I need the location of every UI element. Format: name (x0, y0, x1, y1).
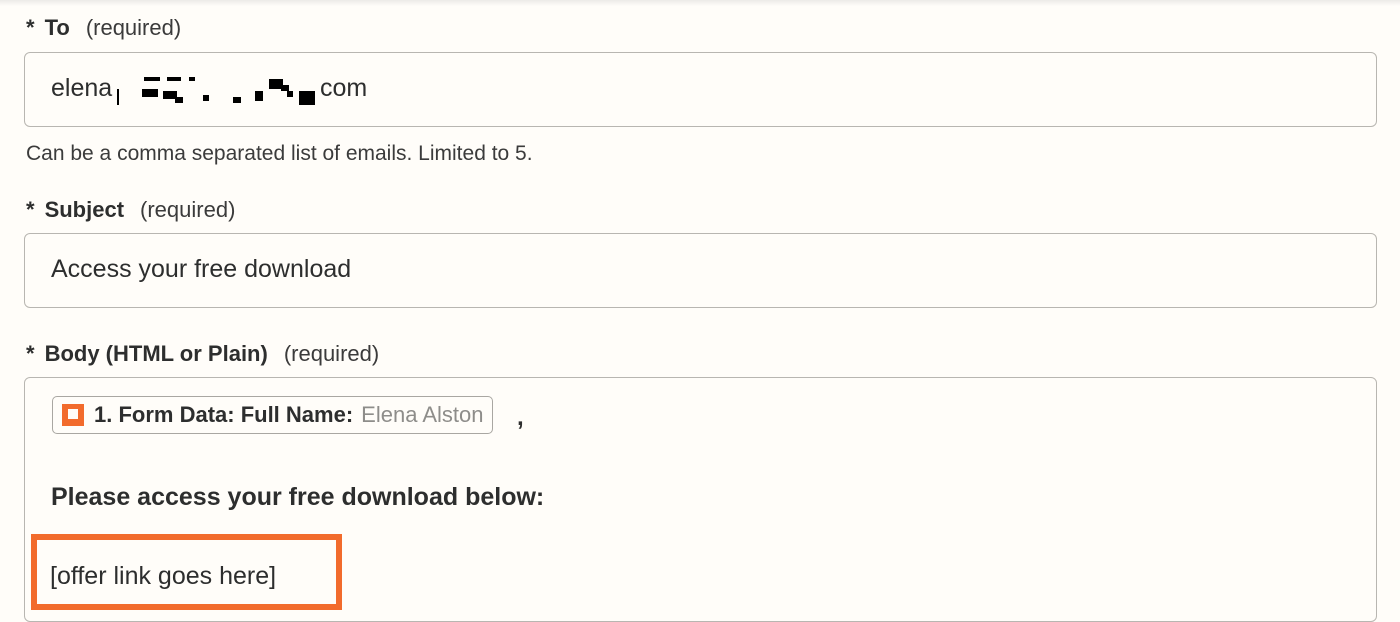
body-label: * Body (HTML or Plain) (required) (26, 341, 379, 367)
to-label-text: To (44, 15, 70, 40)
body-label-text: Body (HTML or Plain) (44, 341, 268, 366)
subject-input[interactable]: Access your free download (24, 233, 1377, 308)
comma: , (517, 404, 524, 431)
subject-value: Access your free download (51, 255, 352, 283)
to-value-start: elena (51, 74, 113, 102)
required-note: (required) (140, 197, 236, 222)
required-star: * (26, 197, 35, 222)
to-label: * To (required) (26, 15, 181, 41)
required-note: (required) (283, 341, 380, 366)
top-shadow (0, 0, 1400, 6)
subject-label: * Subject (required) (26, 197, 235, 223)
required-star: * (26, 15, 35, 40)
offer-link-placeholder: [offer link goes here] (50, 562, 277, 590)
subject-label-text: Subject (44, 197, 125, 222)
to-help-text: Can be a comma separated list of emails.… (26, 142, 533, 165)
required-star: * (26, 341, 35, 366)
form-data-pill[interactable]: 1. Form Data: Full Name: Elena Alston (52, 396, 494, 434)
to-input[interactable]: elena com (24, 52, 1377, 127)
pill-field-name: 1. Form Data: Full Name: (94, 402, 354, 427)
body-line-1: Please access your free download below: (51, 483, 545, 511)
required-note: (required) (85, 15, 182, 40)
to-value-end: com (320, 74, 368, 102)
pill-field-value: Elena Alston (361, 402, 484, 427)
form-app-icon (62, 404, 84, 426)
